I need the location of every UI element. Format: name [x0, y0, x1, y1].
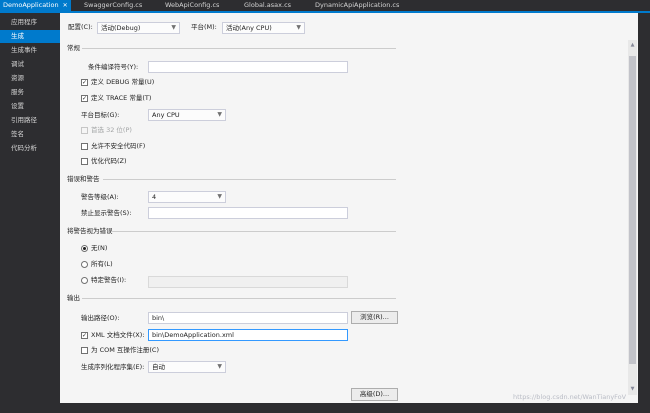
sidebar-item-debug[interactable]: 调试	[0, 58, 60, 71]
treat-none-radio[interactable]	[81, 245, 88, 252]
tab-demoapplication[interactable]: DemoApplication ✕	[0, 0, 71, 11]
status-strip	[0, 403, 650, 413]
chevron-down-icon: ▼	[217, 193, 222, 200]
xml-doc-checkbox[interactable]: ✓	[81, 332, 88, 339]
specific-warnings-input[interactable]	[148, 276, 348, 288]
xml-doc-path-input[interactable]: bin\DemoApplication.xml	[148, 329, 348, 341]
sidebar-item-settings[interactable]: 设置	[0, 100, 60, 113]
xml-doc-label: XML 文档文件(X):	[91, 331, 145, 339]
warning-level-select[interactable]: 4 ▼	[148, 191, 226, 203]
document-tab-bar: DemoApplication ✕ SwaggerConfig.cs WebApi…	[0, 0, 650, 11]
sidebar-item-signing[interactable]: 签名	[0, 128, 60, 141]
tab-dynamicapiapplication[interactable]: DynamicApiApplication.cs	[315, 0, 399, 11]
project-properties-sidebar: 应用程序 生成 生成事件 调试 资源 服务 设置 引用路径 签名 代码分析	[0, 13, 60, 403]
chevron-down-icon: ▼	[217, 111, 222, 118]
allow-unsafe-label: 允许不安全代码(F)	[91, 142, 146, 150]
suppress-warnings-label: 禁止显示警告(S):	[81, 209, 132, 217]
treat-specific-radio[interactable]	[81, 277, 88, 284]
define-trace-checkbox[interactable]: ✓	[81, 95, 88, 102]
radio-selected-dot	[83, 247, 86, 250]
serialization-value: 自动	[152, 363, 165, 371]
platform-target-value: Any CPU	[152, 111, 180, 119]
suppress-warnings-input[interactable]	[148, 207, 348, 219]
sidebar-item-code-analysis[interactable]: 代码分析	[0, 142, 60, 155]
config-value: 活动(Debug)	[101, 24, 141, 32]
section-general-title: 常规	[67, 44, 80, 52]
tab-swaggerconfig[interactable]: SwaggerConfig.cs	[84, 0, 142, 11]
check-icon: ✓	[82, 79, 88, 86]
sidebar-item-build[interactable]: 生成	[0, 30, 60, 43]
output-path-input[interactable]: bin\	[148, 312, 348, 324]
scroll-up-icon[interactable]: ▲	[628, 41, 637, 49]
close-icon[interactable]: ✕	[63, 2, 68, 9]
conditional-symbols-input[interactable]	[148, 61, 348, 73]
warning-level-label: 警告等级(A):	[81, 193, 119, 201]
platform-select[interactable]: 活动(Any CPU) ▼	[222, 22, 305, 34]
vertical-scrollbar[interactable]: ▲ ▼	[628, 40, 637, 395]
sidebar-item-application[interactable]: 应用程序	[0, 16, 60, 29]
prefer32-label: 首选 32 位(P)	[91, 126, 132, 134]
treat-all-radio[interactable]	[81, 261, 88, 268]
section-divider	[82, 298, 396, 299]
tab-global-asax[interactable]: Global.asax.cs	[244, 0, 291, 11]
tab-webapiconfig[interactable]: WebApiConfig.cs	[165, 0, 219, 11]
define-debug-label: 定义 DEBUG 常量(U)	[91, 78, 155, 86]
optimize-checkbox[interactable]	[81, 158, 88, 165]
scroll-down-icon[interactable]: ▼	[628, 385, 637, 393]
sidebar-item-services[interactable]: 服务	[0, 86, 60, 99]
serialization-label: 生成序列化程序集(E):	[81, 363, 145, 371]
sidebar-item-resources[interactable]: 资源	[0, 72, 60, 85]
chevron-down-icon: ▼	[296, 24, 301, 31]
conditional-symbols-label: 条件编译符号(Y):	[88, 63, 139, 71]
prefer32-checkbox[interactable]	[81, 127, 88, 134]
warning-level-value: 4	[152, 193, 157, 201]
section-divider	[103, 179, 396, 180]
check-icon: ✓	[82, 95, 88, 102]
scrollbar-thumb[interactable]	[629, 56, 636, 364]
section-treat-warnings-title: 将警告视为错误	[67, 227, 113, 235]
define-debug-checkbox[interactable]: ✓	[81, 79, 88, 86]
config-select[interactable]: 活动(Debug) ▼	[97, 22, 180, 34]
treat-specific-label: 特定警告(I):	[91, 276, 127, 284]
chevron-down-icon: ▼	[171, 24, 176, 31]
com-interop-checkbox[interactable]	[81, 347, 88, 354]
browse-button[interactable]: 浏览(R)...	[351, 311, 398, 324]
section-divider	[82, 48, 396, 49]
allow-unsafe-checkbox[interactable]	[81, 143, 88, 150]
platform-target-label: 平台目标(G):	[81, 111, 120, 119]
advanced-button[interactable]: 高级(D)...	[351, 388, 398, 401]
watermark: https://blog.csdn.net/WanTianyFoV	[513, 393, 627, 401]
build-settings-panel: 配置(C): 活动(Debug) ▼ 平台(M): 活动(Any CPU) ▼ 常规…	[60, 13, 638, 403]
output-path-label: 输出路径(O):	[81, 314, 120, 322]
check-icon: ✓	[82, 332, 88, 339]
platform-target-select[interactable]: Any CPU ▼	[148, 109, 226, 121]
platform-value: 活动(Any CPU)	[226, 24, 272, 32]
section-divider	[111, 231, 396, 232]
chevron-down-icon: ▼	[217, 363, 222, 370]
com-interop-label: 为 COM 互操作注册(C)	[91, 346, 160, 354]
config-label: 配置(C):	[68, 23, 93, 31]
platform-label: 平台(M):	[191, 23, 217, 31]
serialization-select[interactable]: 自动 ▼	[148, 361, 226, 373]
section-output-title: 输出	[67, 294, 80, 302]
section-errors-title: 错误和警告	[67, 175, 100, 183]
sidebar-item-build-events[interactable]: 生成事件	[0, 44, 60, 57]
treat-none-label: 无(N)	[91, 244, 108, 252]
define-trace-label: 定义 TRACE 常量(T)	[91, 94, 152, 102]
optimize-label: 优化代码(Z)	[91, 157, 127, 165]
tab-label: DemoApplication	[3, 1, 59, 9]
treat-all-label: 所有(L)	[91, 260, 113, 268]
sidebar-item-reference-paths[interactable]: 引用路径	[0, 114, 60, 127]
